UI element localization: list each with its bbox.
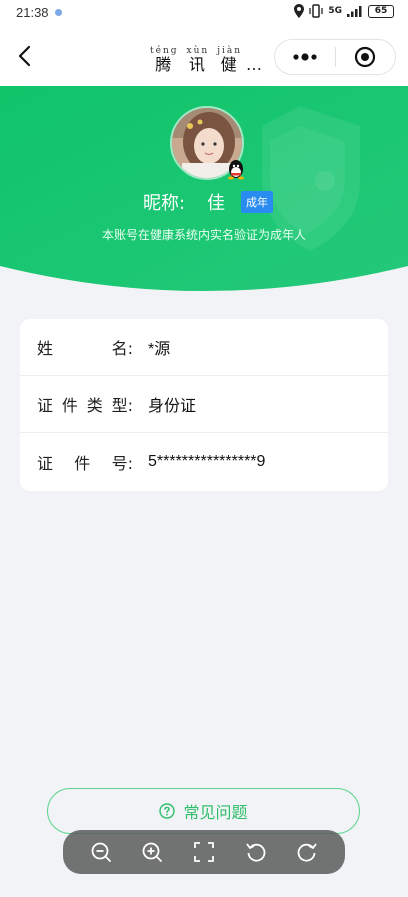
title-hanzi: 腾: [155, 55, 174, 74]
rotate-right-button[interactable]: [294, 839, 320, 865]
identity-card: 姓 名: *源 证 件 类 型: 身份证 证 件 号: 5***********…: [20, 319, 388, 491]
rotate-right-icon: [297, 843, 317, 862]
faq-button[interactable]: 常见问题: [47, 788, 360, 834]
network-type: 5G: [328, 5, 342, 16]
status-icons: 5G 65: [294, 4, 394, 18]
name-value: *源: [148, 341, 171, 358]
close-button[interactable]: [335, 40, 395, 74]
label-char: 证: [37, 396, 54, 415]
nickname-label: 昵称:: [142, 193, 186, 214]
label-char: 证: [37, 453, 54, 473]
zoom-out-button[interactable]: [88, 839, 114, 865]
label-char: 类: [86, 396, 103, 415]
verification-text: 本账号在健康系统内实名验证为成年人: [101, 228, 306, 242]
rotate-left-icon: [245, 843, 265, 862]
signal-icon: [347, 6, 362, 17]
id-number-row: 证 件 号: 5****************9: [20, 433, 388, 490]
nickname-row: 昵称: 佳 成年: [0, 189, 408, 215]
title-char: téng 腾: [150, 47, 179, 74]
miniprogram-capsule: [274, 39, 396, 75]
id-number-label: 证 件 号:: [37, 450, 133, 474]
fullscreen-icon: [194, 842, 214, 862]
more-dots-icon: [293, 53, 317, 61]
status-bar: 21:38 5G 65: [0, 0, 408, 26]
title-char: jiàn 健: [217, 47, 242, 74]
back-icon[interactable]: [14, 44, 38, 68]
label-char: 名:: [111, 339, 133, 358]
page-title: téng 腾 xùn 讯 jiàn 健 …: [150, 44, 264, 74]
age-badge: 成年: [241, 191, 274, 213]
zoom-in-icon: [142, 842, 163, 862]
faq-label: 常见问题: [183, 803, 248, 822]
label-char: 姓: [37, 339, 54, 358]
id-type-row: 证 件 类 型: 身份证: [20, 376, 388, 433]
label-char: 件: [61, 396, 78, 415]
label-char: 件: [74, 453, 91, 473]
id-type-value: 身份证: [148, 398, 197, 415]
zoom-in-button[interactable]: [139, 839, 165, 865]
id-type-label: 证 件 类 型:: [37, 392, 133, 416]
notification-dot-icon: [55, 9, 62, 16]
vibrate-icon: [309, 4, 323, 18]
nav-bar: téng 腾 xùn 讯 jiàn 健 …: [0, 26, 408, 86]
id-number-value: 5****************9: [148, 452, 266, 470]
zoom-out-icon: [91, 842, 111, 862]
status-time: 21:38: [16, 5, 49, 20]
label-char: 号:: [111, 453, 133, 473]
title-hanzi: 健: [220, 55, 239, 74]
rotate-left-button[interactable]: [243, 839, 269, 865]
name-row: 姓 名: *源: [20, 319, 388, 376]
battery-icon: 65: [368, 4, 394, 18]
qq-icon: [228, 160, 244, 180]
title-ellipsis: …: [246, 55, 265, 74]
location-icon: [294, 4, 305, 18]
title-hanzi: 讯: [188, 55, 207, 74]
viewer-toolbar: [63, 830, 345, 874]
name-label: 姓 名:: [37, 335, 133, 359]
more-button[interactable]: [275, 40, 335, 74]
title-char: xùn 讯: [187, 47, 210, 74]
fullscreen-button[interactable]: [191, 839, 217, 865]
label-char: 型:: [111, 396, 133, 415]
nickname-value: 佳: [207, 193, 226, 214]
profile-header: 昵称: 佳 成年 本账号在健康系统内实名验证为成年人: [0, 86, 408, 296]
question-circle-icon: [159, 803, 176, 819]
target-circle-icon: [355, 46, 376, 68]
